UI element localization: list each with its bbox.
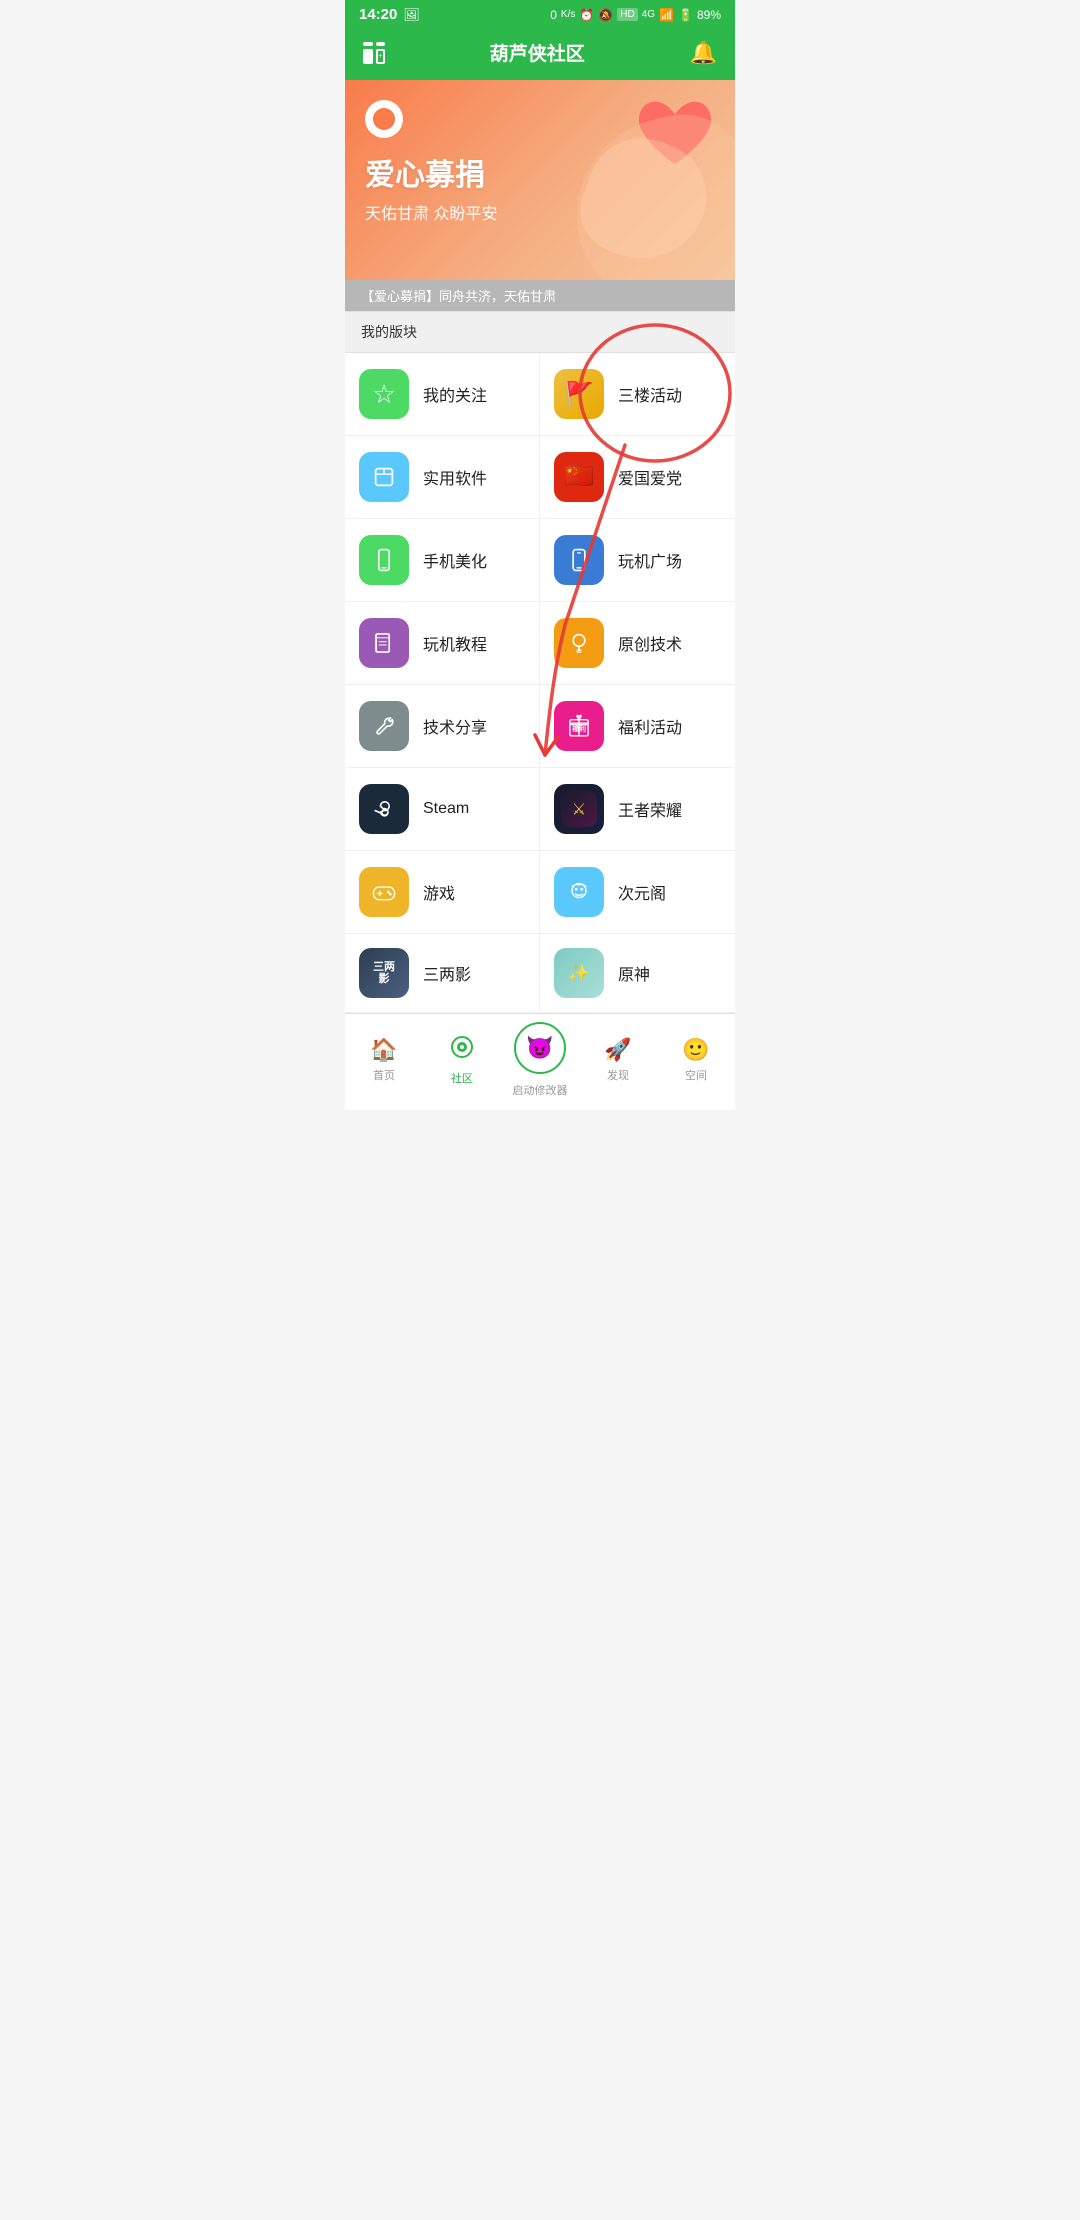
- status-time: 14:20: [359, 6, 397, 23]
- menu-item-my-follow[interactable]: ☆ 我的关注: [345, 353, 540, 436]
- menu-item-genshin[interactable]: ✨ 原神: [540, 934, 735, 1013]
- mute-icon: 🔕: [598, 8, 613, 22]
- signal-icon: 📶: [659, 8, 674, 22]
- network-icon: 4G: [642, 9, 655, 20]
- home-icon: 🏠: [370, 1037, 397, 1063]
- nav-item-home[interactable]: 🏠 首页: [354, 1037, 414, 1083]
- menu-label-play-square: 玩机广场: [618, 548, 682, 572]
- banner[interactable]: 爱心募捐 天佑甘肃 众盼平安: [345, 80, 735, 280]
- svg-text:⚔: ⚔: [572, 800, 587, 818]
- menu-item-play-square[interactable]: 玩机广场: [540, 519, 735, 602]
- bottom-nav: 🏠 首页 社区 😈 启动修改器 🚀 发现: [345, 1013, 735, 1110]
- banner-title: 爱心募捐: [365, 150, 715, 194]
- menu-icon-phone-beauty: [359, 535, 409, 585]
- menu-label-games: 游戏: [423, 880, 455, 904]
- space-icon: 🙂: [682, 1037, 709, 1063]
- nav-item-discover[interactable]: 🚀 发现: [588, 1037, 648, 1083]
- menu-item-steam[interactable]: Steam: [345, 768, 540, 851]
- menu-item-practical-software[interactable]: 实用软件: [345, 436, 540, 519]
- modifier-icon: 😈: [526, 1035, 553, 1061]
- partial-row: 三两影 三两影 ✨ 原神: [345, 934, 735, 1013]
- menu-item-tech-share[interactable]: 技术分享: [345, 685, 540, 768]
- svg-text:福利: 福利: [571, 724, 586, 733]
- app-container: 14:20 🖼 0 K/s ⏰ 🔕 HD 4G 📶 🔋 89% + 葫芦侠社区 …: [345, 0, 735, 1110]
- menu-label-genshin: 原神: [618, 961, 650, 985]
- menu-label-tech-share: 技术分享: [423, 714, 487, 738]
- status-image-icon: 🖼: [403, 7, 420, 23]
- menu-icon-play-square: [554, 535, 604, 585]
- menu-icon-original-tech: [554, 618, 604, 668]
- menu-icon-my-follow: ☆: [359, 369, 409, 419]
- menu-icon-practical-software: [359, 452, 409, 502]
- menu-icon-games: [359, 867, 409, 917]
- menu-item-original-tech[interactable]: 原创技术: [540, 602, 735, 685]
- nav-label-community: 社区: [451, 1070, 473, 1086]
- battery-pct: 89%: [697, 8, 721, 22]
- status-bar: 14:20 🖼 0 K/s ⏰ 🔕 HD 4G 📶 🔋 89%: [345, 0, 735, 29]
- menu-label-patriot: 爱国爱党: [618, 465, 682, 489]
- menu-item-sanliangying[interactable]: 三两影 三两影: [345, 934, 540, 1013]
- hd-badge: HD: [617, 8, 637, 21]
- banner-logo: [365, 100, 403, 138]
- menu-label-sanlo-activity: 三楼活动: [618, 382, 682, 406]
- menu-icon-ciyuan: [554, 867, 604, 917]
- menu-label-sanliangying: 三两影: [423, 961, 471, 985]
- menu-icon-welfare: 福利: [554, 701, 604, 751]
- menu-label-original-tech: 原创技术: [618, 631, 682, 655]
- header: + 葫芦侠社区 🔔: [345, 29, 735, 80]
- menu-icon-play-tutorial: [359, 618, 409, 668]
- menu-label-phone-beauty: 手机美化: [423, 548, 487, 572]
- menu-label-play-tutorial: 玩机教程: [423, 631, 487, 655]
- menu-grid: ☆ 我的关注 🚩 三楼活动 实用软件 🇨🇳 爱国爱党 手机美化 玩机广场 玩机教程 原创技…: [345, 353, 735, 1013]
- discover-icon: 🚀: [604, 1037, 631, 1063]
- banner-bottom-text: 【爱心募捐】同舟共济，天佑甘肃: [345, 280, 735, 311]
- menu-label-my-follow: 我的关注: [423, 382, 487, 406]
- notification-bell-icon[interactable]: 🔔: [690, 40, 717, 66]
- nav-label-discover: 发现: [607, 1067, 629, 1083]
- menu-icon-tech-share: [359, 701, 409, 751]
- menu-item-welfare[interactable]: 福利 福利活动: [540, 685, 735, 768]
- menu-icon-steam: [359, 784, 409, 834]
- menu-item-patriot[interactable]: 🇨🇳 爱国爱党: [540, 436, 735, 519]
- menu-label-king-glory: 王者荣耀: [618, 797, 682, 821]
- menu-item-sanlo-activity[interactable]: 🚩 三楼活动: [540, 353, 735, 436]
- alarm-icon: ⏰: [579, 8, 594, 22]
- nav-label-space: 空间: [685, 1067, 707, 1083]
- menu-icon-king-glory: ⚔: [554, 784, 604, 834]
- menu-label-ciyuan: 次元阁: [618, 880, 666, 904]
- section-header: 我的版块: [345, 311, 735, 353]
- menu-icon-patriot: 🇨🇳: [554, 452, 604, 502]
- menu-label-practical-software: 实用软件: [423, 465, 487, 489]
- nav-item-community[interactable]: 社区: [432, 1035, 492, 1086]
- battery-icon: 🔋: [678, 8, 693, 22]
- status-icons: 0 K/s ⏰ 🔕 HD 4G 📶 🔋 89%: [550, 8, 721, 22]
- grid-menu-icon[interactable]: +: [363, 42, 385, 64]
- community-icon: [450, 1035, 474, 1066]
- banner-subtitle: 天佑甘肃 众盼平安: [365, 200, 715, 224]
- menu-item-games[interactable]: 游戏: [345, 851, 540, 934]
- menu-item-phone-beauty[interactable]: 手机美化: [345, 519, 540, 602]
- menu-label-welfare: 福利活动: [618, 714, 682, 738]
- nav-label-modifier: 启动修改器: [513, 1082, 568, 1098]
- menu-item-play-tutorial[interactable]: 玩机教程: [345, 602, 540, 685]
- nav-item-space[interactable]: 🙂 空间: [666, 1037, 726, 1083]
- menu-label-steam: Steam: [423, 800, 469, 818]
- header-title: 葫芦侠社区: [490, 39, 585, 66]
- menu-icon-sanlo-activity: 🚩: [554, 369, 604, 419]
- menu-item-ciyuan[interactable]: 次元阁: [540, 851, 735, 934]
- menu-item-king-glory[interactable]: ⚔ 王者荣耀: [540, 768, 735, 851]
- nav-label-home: 首页: [373, 1067, 395, 1083]
- nav-item-modifier[interactable]: 😈 启动修改器: [510, 1022, 570, 1098]
